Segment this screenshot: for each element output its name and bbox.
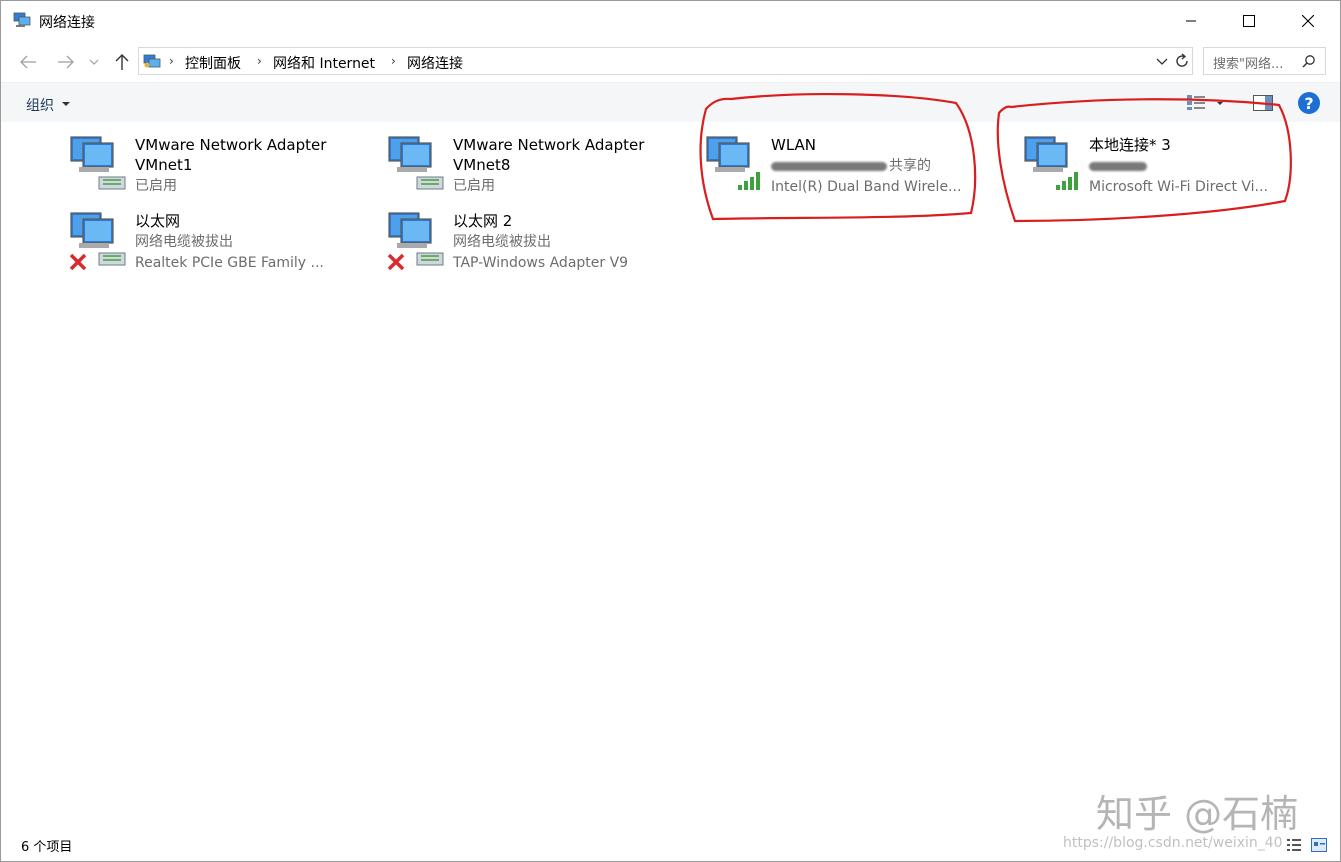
close-icon — [1302, 15, 1314, 27]
ethernet-adapter-icon — [69, 212, 126, 271]
connection-status-text: 共享的 — [889, 158, 931, 174]
red-annotation-circles — [699, 92, 1292, 223]
window-title: 网络连接 — [39, 15, 95, 31]
minimize-icon — [1186, 20, 1196, 22]
breadcrumb-separator: › — [169, 54, 174, 68]
connection-name: 本地连接* 3 — [1089, 136, 1171, 154]
preview-pane-icon[interactable] — [1253, 95, 1273, 111]
connection-status: 已启用 — [453, 178, 495, 194]
control-panel-icon — [143, 54, 161, 68]
chevron-down-icon — [89, 59, 99, 65]
breadcrumb-separator: › — [391, 54, 396, 68]
connection-name: 以太网 — [135, 212, 181, 230]
network-connections-icon — [13, 12, 31, 27]
connection-item-local-3[interactable]: 本地连接* 3 Microsoft Wi-Fi Direct Vi... — [1023, 135, 1323, 205]
breadcrumb-control-panel[interactable]: 控制面板 — [185, 53, 241, 73]
connection-item-vmnet8[interactable]: VMware Network Adapter VMnet8 已启用 — [387, 135, 687, 205]
wifi-adapter-icon — [1024, 136, 1078, 190]
item-count: 6 个项目 — [21, 840, 73, 855]
network-adapter-icon — [388, 136, 444, 190]
minimize-button[interactable] — [1162, 1, 1220, 41]
network-adapter-icon — [70, 136, 126, 190]
connection-item-wlan[interactable]: WLAN 共享的 Intel(R) Dual Band Wirele... — [705, 135, 1005, 205]
connection-name: VMware Network Adapter — [135, 136, 327, 154]
csdn-watermark-url: https://blog.csdn.net/weixin_40 — [1063, 835, 1283, 851]
command-bar: 组织 ? — [1, 82, 1340, 122]
breadcrumb-separator: › — [257, 54, 262, 68]
chevron-down-icon[interactable] — [1155, 54, 1169, 68]
connection-status — [1089, 156, 1149, 176]
organize-menu[interactable]: 组织 — [26, 95, 54, 115]
tiles-view-icon[interactable] — [1311, 838, 1327, 852]
connection-name-line2: VMnet1 — [135, 156, 193, 174]
connection-name-line2: VMnet8 — [453, 156, 511, 174]
details-view-icon[interactable] — [1286, 838, 1302, 852]
recent-locations-button[interactable] — [87, 51, 101, 73]
connection-status: 已启用 — [135, 178, 177, 194]
connection-status: 共享的 — [771, 156, 931, 176]
arrow-up-icon — [115, 54, 129, 70]
connection-item-vmnet1[interactable]: VMware Network Adapter VMnet1 已启用 — [69, 135, 369, 205]
address-bar[interactable]: › 控制面板 › 网络和 Internet › 网络连接 — [138, 47, 1193, 75]
arrow-left-icon — [20, 55, 36, 69]
title-bar[interactable]: 网络连接 — [1, 1, 1340, 41]
help-icon[interactable]: ? — [1298, 92, 1320, 114]
caret-down-icon — [62, 102, 70, 106]
redacted-network-name — [1089, 161, 1147, 171]
connection-device: Intel(R) Dual Band Wirele... — [771, 179, 962, 195]
zhihu-watermark: 知乎 @石楠 — [1096, 792, 1299, 836]
arrow-right-icon — [58, 55, 74, 69]
breadcrumb-network-internet[interactable]: 网络和 Internet — [273, 53, 375, 73]
close-button[interactable] — [1279, 1, 1337, 41]
connection-item-ethernet-2[interactable]: 以太网 2 网络电缆被拔出 TAP-Windows Adapter V9 — [387, 211, 687, 281]
wifi-adapter-icon — [706, 136, 760, 190]
connection-status: 网络电缆被拔出 — [135, 234, 233, 250]
connection-device: Microsoft Wi-Fi Direct Vi... — [1089, 179, 1268, 195]
search-placeholder: 搜索"网络... — [1213, 57, 1284, 72]
breadcrumb-network-connections[interactable]: 网络连接 — [407, 53, 463, 73]
caret-down-icon[interactable] — [1217, 102, 1223, 105]
explorer-window: 网络连接 › 控制面板 › 网络和 Internet › 网络连接 搜索"网络.… — [0, 0, 1341, 862]
connection-status: 网络电缆被拔出 — [453, 234, 551, 250]
up-button[interactable] — [111, 51, 133, 73]
connection-device: TAP-Windows Adapter V9 — [453, 255, 629, 271]
change-view-icon[interactable] — [1186, 93, 1206, 111]
ethernet-adapter-icon — [387, 212, 444, 271]
refresh-icon[interactable] — [1173, 52, 1191, 70]
forward-button[interactable] — [55, 51, 77, 73]
connection-name: WLAN — [771, 136, 817, 154]
address-row: › 控制面板 › 网络和 Internet › 网络连接 搜索"网络... — [1, 41, 1340, 81]
connection-item-ethernet[interactable]: 以太网 网络电缆被拔出 Realtek PCIe GBE Family ... — [69, 211, 369, 281]
maximize-button[interactable] — [1220, 1, 1278, 41]
redacted-network-name — [771, 161, 887, 171]
search-input[interactable]: 搜索"网络... — [1203, 47, 1326, 75]
connection-name: 以太网 2 — [453, 212, 513, 230]
search-icon — [1302, 55, 1315, 68]
connection-name: VMware Network Adapter — [453, 136, 645, 154]
maximize-icon — [1243, 15, 1255, 27]
connection-device: Realtek PCIe GBE Family ... — [135, 255, 324, 271]
back-button[interactable] — [17, 51, 39, 73]
